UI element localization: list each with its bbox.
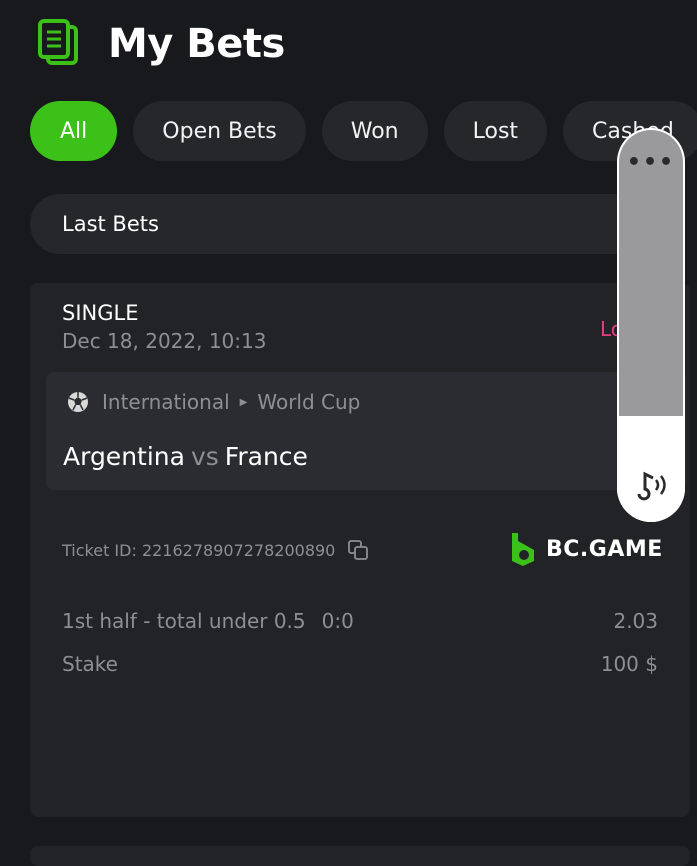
market-score: 0:0 [321, 609, 354, 633]
odds-value: 2.03 [613, 609, 658, 633]
filter-won[interactable]: Won [321, 101, 428, 161]
bet-type: SINGLE [62, 301, 139, 325]
bc-game-logo-icon [512, 533, 534, 566]
ticket-id: Ticket ID: 2216278907278200890 [62, 540, 336, 560]
tournament-label: World Cup [257, 390, 361, 414]
stake-row: Stake 100 $ [62, 652, 658, 676]
team-home: Argentina [63, 442, 185, 471]
copy-icon[interactable] [347, 539, 369, 561]
filter-all[interactable]: All [30, 101, 118, 161]
match-info[interactable]: International ▶ World Cup Argentina vs Fra… [46, 372, 686, 490]
soccer-ball-icon [68, 392, 88, 412]
brand-logo: BC.GAME [508, 531, 663, 567]
stake-label: Stake [62, 652, 118, 676]
last-bets-label: Last Bets [62, 212, 159, 236]
league-breadcrumb: International ▶ World Cup [66, 390, 360, 414]
bets-document-icon [38, 19, 78, 65]
filter-open-bets[interactable]: Open Bets [133, 101, 306, 161]
next-bet-card[interactable] [30, 846, 690, 866]
filter-lost[interactable]: Lost [443, 101, 548, 161]
vs-label: vs [190, 442, 219, 471]
page-header: My Bets [36, 14, 285, 74]
team-away: France [224, 442, 308, 471]
music-volume-icon [637, 471, 666, 501]
more-options-icon[interactable]: ••• [617, 150, 685, 175]
last-bets-dropdown[interactable]: Last Bets [30, 194, 680, 254]
match-teams: Argentina vs France [63, 442, 308, 471]
stake-value: 100 $ [600, 652, 658, 676]
chevron-right-icon: ▶ [239, 396, 248, 408]
category-label: International [102, 390, 230, 414]
page-title: My Bets [108, 21, 285, 67]
brand-name: BC.GAME [546, 536, 663, 562]
volume-slider-overlay[interactable]: ••• [617, 128, 685, 522]
ticket-id-row: Ticket ID: 2216278907278200890 [62, 539, 369, 561]
bet-date: Dec 18, 2022, 10:13 [62, 329, 267, 353]
bet-filter-tabs: All Open Bets Won Lost Cashed [30, 101, 697, 161]
market-label: 1st half - total under 0.5 [62, 609, 306, 633]
market-row: 1st half - total under 0.5 0:0 2.03 [62, 609, 658, 633]
bet-card[interactable]: SINGLE Dec 18, 2022, 10:13 Lo Internatio… [30, 283, 690, 817]
